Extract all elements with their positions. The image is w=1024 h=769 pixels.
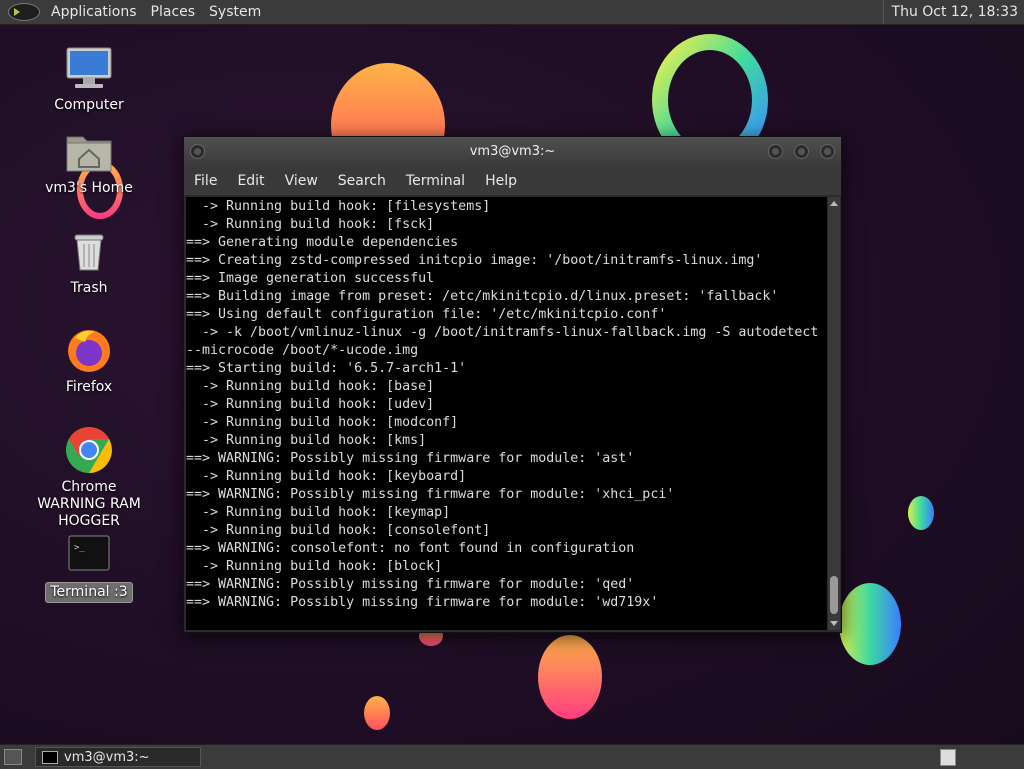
workspace-switcher[interactable] — [940, 749, 956, 766]
desktop-icon-home[interactable]: vm3's Home — [34, 127, 144, 198]
desktop-icon-label: Chrome WARNING RAM HOGGER — [37, 479, 141, 529]
desktop-icon-terminal[interactable]: >_ Terminal :3 — [34, 530, 144, 603]
terminal-output-area[interactable]: -> Running build hook: [filesystems] -> … — [186, 197, 827, 630]
desktop-icon-chrome[interactable]: Chrome WARNING RAM HOGGER — [24, 426, 154, 531]
distro-logo-icon[interactable] — [8, 3, 40, 21]
scroll-down-icon[interactable] — [830, 621, 838, 626]
svg-text:>_: >_ — [74, 543, 85, 553]
menu-applications[interactable]: Applications — [44, 0, 144, 24]
desktop-icon-label: Terminal :3 — [45, 582, 133, 603]
bottom-panel: vm3@vm3:~ — [0, 744, 1024, 769]
taskbar-button-terminal[interactable]: vm3@vm3:~ — [35, 747, 201, 767]
vertical-scrollbar[interactable] — [828, 197, 840, 630]
menu-edit[interactable]: Edit — [227, 173, 274, 189]
firefox-icon — [65, 326, 113, 374]
menu-view[interactable]: View — [275, 173, 328, 189]
terminal-output: -> Running build hook: [filesystems] -> … — [186, 199, 819, 610]
close-icon[interactable] — [820, 144, 835, 159]
home-folder-icon — [65, 127, 113, 175]
show-desktop-icon[interactable] — [4, 749, 22, 765]
desktop-icon-label: Trash — [70, 280, 108, 296]
menu-system[interactable]: System — [202, 0, 268, 24]
terminal-menubar: File Edit View Search Terminal Help — [184, 167, 841, 195]
top-panel: Applications Places System Thu Oct 12, 1… — [0, 0, 1024, 25]
terminal-small-icon — [42, 750, 58, 764]
menu-search[interactable]: Search — [328, 173, 396, 189]
menu-terminal[interactable]: Terminal — [396, 173, 475, 189]
taskbar-button-label: vm3@vm3:~ — [64, 749, 150, 765]
scrollbar-thumb[interactable] — [830, 576, 838, 614]
desktop-icon-computer[interactable]: Computer — [34, 44, 144, 115]
desktop-icon-firefox[interactable]: Firefox — [34, 326, 144, 397]
maximize-icon[interactable] — [794, 144, 809, 159]
desktop-icon-label: Firefox — [65, 379, 113, 395]
window-title: vm3@vm3:~ — [469, 144, 556, 159]
computer-icon — [65, 44, 113, 92]
menu-places[interactable]: Places — [144, 0, 203, 24]
desktop-icon-label: vm3's Home — [45, 180, 133, 196]
window-titlebar[interactable]: vm3@vm3:~ — [184, 137, 841, 167]
trash-icon — [65, 227, 113, 275]
menu-help[interactable]: Help — [475, 173, 527, 189]
terminal-window: vm3@vm3:~ File Edit View Search Terminal… — [183, 136, 842, 633]
window-menu-icon[interactable] — [190, 144, 205, 159]
scroll-up-icon[interactable] — [830, 201, 838, 206]
desktop-icon-label: Computer — [54, 97, 124, 113]
chrome-icon — [65, 426, 113, 474]
menu-file[interactable]: File — [184, 173, 227, 189]
clock[interactable]: Thu Oct 12, 18:33 — [882, 0, 1024, 24]
minimize-icon[interactable] — [768, 144, 783, 159]
desktop-icon-trash[interactable]: Trash — [34, 227, 144, 298]
terminal-icon: >_ — [65, 530, 113, 578]
